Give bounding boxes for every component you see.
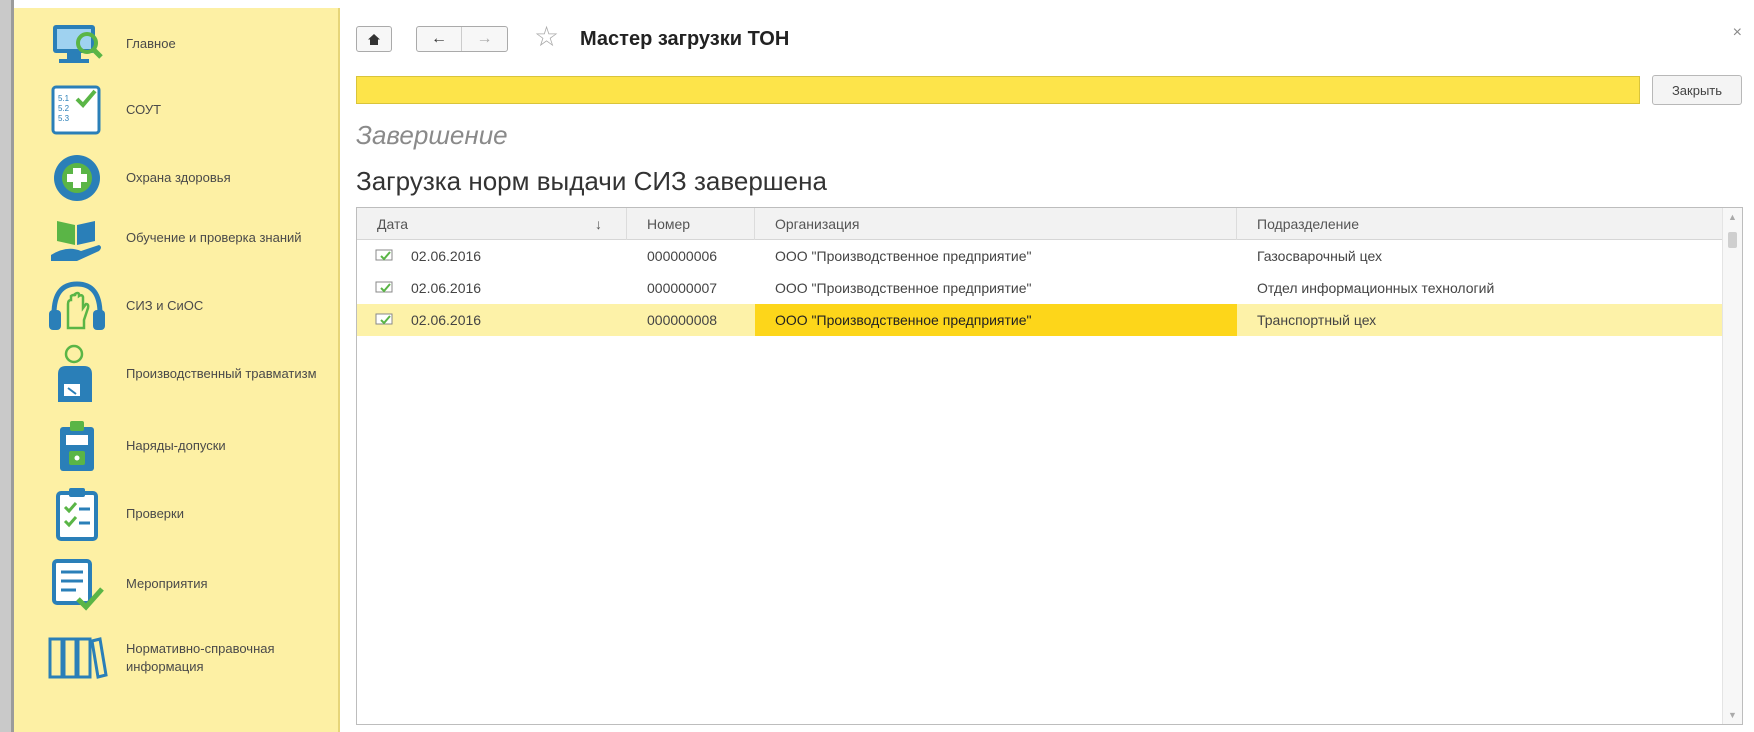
cell-organization-active: ООО "Производственное предприятие" xyxy=(755,304,1237,336)
column-header-label: Подразделение xyxy=(1257,216,1360,232)
sidebar-item-reference[interactable]: Нормативно-справочная информация xyxy=(14,622,338,694)
home-button[interactable] xyxy=(356,26,392,52)
documents-table: Дата ↓ Номер Организация Подразделение 0… xyxy=(356,207,1743,725)
history-nav: ← → xyxy=(416,26,508,52)
table-row[interactable]: 02.06.2016 000000006 ООО "Производственн… xyxy=(357,240,1723,272)
window-frame-left xyxy=(0,0,14,732)
favorite-star-icon[interactable]: ☆ xyxy=(534,22,559,52)
sidebar-item-training[interactable]: Обучение и проверка знаний xyxy=(14,202,338,274)
column-header-organization[interactable]: Организация xyxy=(755,208,1237,240)
date-value: 02.06.2016 xyxy=(411,280,482,296)
result-heading: Загрузка норм выдачи СИЗ завершена xyxy=(356,166,827,196)
svg-text:5.2: 5.2 xyxy=(58,104,70,113)
column-header-label: Номер xyxy=(647,216,691,232)
date-value: 02.06.2016 xyxy=(411,312,482,328)
cell-date: 02.06.2016 xyxy=(357,272,627,304)
sidebar-item-activities[interactable]: Мероприятия xyxy=(14,548,338,620)
cell-number: 000000006 xyxy=(647,248,718,264)
sidebar-item-label: Мероприятия xyxy=(126,576,208,591)
cell-department: Газосварочный цех xyxy=(1257,248,1382,264)
scroll-up-icon[interactable]: ▲ xyxy=(1728,212,1737,222)
cell-number: 000000008 xyxy=(647,312,718,328)
close-button[interactable]: Закрыть xyxy=(1652,75,1742,105)
sidebar-item-label: Производственный травматизм xyxy=(126,366,317,381)
cell-date: 02.06.2016 xyxy=(357,304,627,336)
column-header-label: Организация xyxy=(775,216,860,232)
sidebar: Главное 5.1 5.2 5.3 СОУТ Охрана здоровья… xyxy=(14,8,340,732)
cell-department: Отдел информационных технологий xyxy=(1257,280,1495,296)
table-row-selected[interactable]: 02.06.2016 000000008 ООО "Производственн… xyxy=(357,304,1723,336)
injured-person-icon xyxy=(44,344,110,404)
sidebar-item-label: Нормативно-справочная информация xyxy=(126,641,275,674)
sidebar-item-label: Охрана здоровья xyxy=(126,170,231,185)
sidebar-item-inspections[interactable]: Проверки xyxy=(14,478,338,550)
cell-number: 000000007 xyxy=(647,280,718,296)
cell-date: 02.06.2016 xyxy=(357,240,627,272)
column-header-number[interactable]: Номер xyxy=(627,208,755,240)
monitor-search-icon xyxy=(44,14,110,74)
window-title: Мастер загрузки ТОН xyxy=(580,28,790,50)
column-header-date[interactable]: Дата ↓ xyxy=(357,208,627,240)
step-title: Завершение xyxy=(356,120,508,150)
sidebar-item-permits[interactable]: Наряды-допуски xyxy=(14,410,338,482)
app-window: Главное 5.1 5.2 5.3 СОУТ Охрана здоровья… xyxy=(0,0,1754,732)
document-posted-icon xyxy=(375,313,393,325)
main-panel: ← → ☆ Мастер загрузки ТОН × Закрыть Заве… xyxy=(342,8,1754,732)
glove-headphones-icon xyxy=(44,276,110,336)
svg-text:5.3: 5.3 xyxy=(58,114,70,123)
sidebar-item-label: Обучение и проверка знаний xyxy=(126,230,302,245)
progress-bar xyxy=(356,76,1640,104)
sidebar-item-label: СОУТ xyxy=(126,102,162,117)
sidebar-item-main[interactable]: Главное xyxy=(14,8,338,80)
scroll-down-icon[interactable]: ▼ xyxy=(1728,710,1737,720)
clipboard-check-icon xyxy=(44,484,110,544)
sort-down-icon: ↓ xyxy=(595,216,602,232)
sidebar-item-label: Проверки xyxy=(126,506,184,521)
list-check-icon xyxy=(44,554,110,614)
vertical-scrollbar[interactable]: ▲ ▼ xyxy=(1722,208,1742,724)
checklist-icon: 5.1 5.2 5.3 xyxy=(44,80,110,140)
document-posted-icon xyxy=(375,281,393,293)
book-hand-icon xyxy=(44,208,110,268)
sidebar-item-injuries[interactable]: Производственный травматизм xyxy=(14,338,338,410)
table-row[interactable]: 02.06.2016 000000007 ООО "Производственн… xyxy=(357,272,1723,304)
document-posted-icon xyxy=(375,249,393,261)
scrollbar-thumb[interactable] xyxy=(1728,232,1737,248)
sidebar-item-label: Главное xyxy=(126,36,176,51)
column-header-department[interactable]: Подразделение xyxy=(1237,208,1723,240)
date-value: 02.06.2016 xyxy=(411,248,482,264)
forward-button[interactable]: → xyxy=(462,27,507,51)
table-header: Дата ↓ Номер Организация Подразделение xyxy=(357,208,1723,240)
clipboard-lock-icon xyxy=(44,416,110,476)
svg-text:5.1: 5.1 xyxy=(58,94,70,103)
cell-department: Транспортный цех xyxy=(1257,312,1377,328)
sidebar-item-label: СИЗ и СиОС xyxy=(126,298,204,313)
back-button[interactable]: ← xyxy=(417,27,463,51)
sidebar-item-ppe[interactable]: СИЗ и СиОС xyxy=(14,270,338,342)
cell-organization: ООО "Производственное предприятие" xyxy=(775,248,1032,264)
binders-icon xyxy=(44,628,110,688)
close-window-button[interactable]: × xyxy=(1733,24,1742,42)
cell-organization: ООО "Производственное предприятие" xyxy=(775,280,1032,296)
sidebar-item-label: Наряды-допуски xyxy=(126,438,226,453)
home-icon xyxy=(368,33,380,45)
sidebar-item-sout[interactable]: 5.1 5.2 5.3 СОУТ xyxy=(14,74,338,146)
column-header-label: Дата xyxy=(377,216,409,232)
medical-cross-icon xyxy=(44,148,110,208)
